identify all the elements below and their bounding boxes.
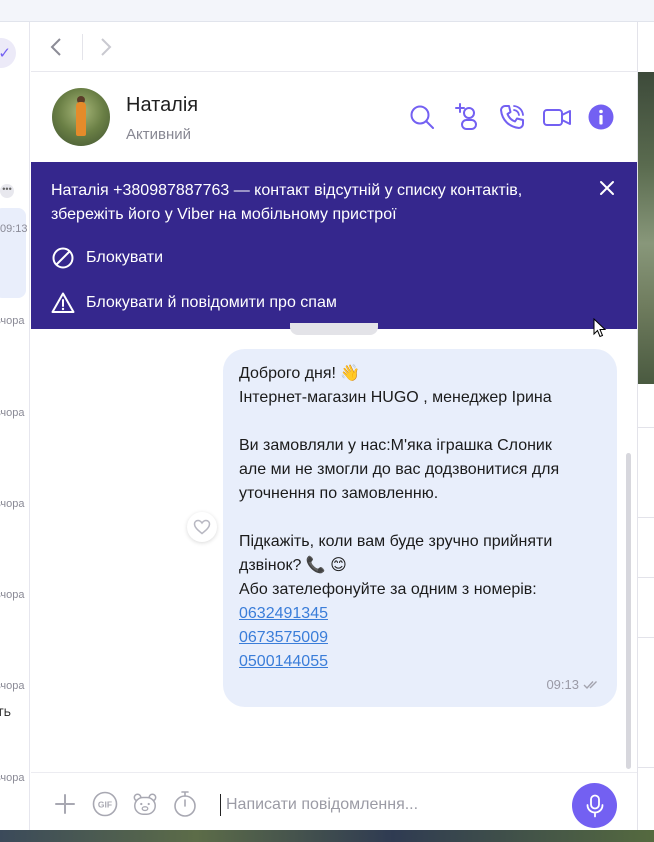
add-contact-button[interactable] [452, 102, 482, 132]
message-line [239, 506, 601, 530]
avatar[interactable] [52, 88, 110, 146]
message-composer: GIF [31, 772, 637, 830]
chat-list-item-time: вчора [0, 315, 25, 327]
info-button[interactable] [586, 102, 616, 132]
message-input[interactable] [226, 790, 556, 820]
svg-text:GIF: GIF [98, 800, 112, 810]
message-bubble[interactable]: Доброго дня! 👋 Інтернет-магазин HUGO , м… [223, 349, 617, 707]
text-cursor [220, 794, 221, 816]
phone-link[interactable]: 0673575009 [239, 626, 601, 650]
banner-message: Наталія +380987887763 — контакт відсутні… [51, 182, 523, 223]
chevron-right-icon [101, 38, 112, 56]
block-label: Блокувати [86, 249, 164, 266]
gif-button[interactable]: GIF [92, 791, 118, 817]
phone-link[interactable]: 0500144055 [239, 650, 601, 674]
message-line: але ми не змогли до вас додзвонитися для [239, 461, 560, 478]
divider [638, 517, 654, 518]
chevron-left-icon [50, 38, 61, 56]
date-separator [290, 323, 378, 335]
chat-list-item-time: вчора [0, 589, 25, 601]
audio-call-icon [500, 105, 524, 129]
bear-sticker-icon [133, 793, 157, 815]
conversation-header: Наталія Активний [31, 72, 637, 162]
add-contact-icon [455, 103, 477, 130]
desktop-background-strip [0, 830, 654, 842]
block-icon [51, 246, 75, 270]
message-line: Інтернет-магазин HUGO , менеджер Ірина [239, 389, 552, 406]
nav-separator [82, 34, 83, 60]
voice-message-button[interactable] [572, 783, 617, 828]
banner-close-button[interactable] [597, 178, 617, 198]
chat-list-sidebar: ✓ ••• 09:13 вчора вчора вчора вчора вчор… [0, 22, 30, 830]
block-report-label: Блокувати й повідомити про спам [86, 294, 337, 311]
chat-list-item-time: вчора [0, 680, 25, 692]
warning-icon [51, 291, 75, 315]
message-line: Підкажіть, коли вам буде зручно прийняти [239, 533, 553, 550]
unknown-contact-banner: Наталія +380987887763 — контакт відсутні… [31, 162, 637, 329]
contact-name[interactable]: Наталія [126, 94, 198, 117]
divider [638, 767, 654, 768]
message-line [239, 410, 601, 434]
message-line: Доброго дня! 👋 [239, 365, 361, 382]
attach-button[interactable] [52, 791, 78, 817]
audio-call-button[interactable] [497, 102, 527, 132]
window-top-band [0, 0, 654, 22]
search-icon [410, 105, 434, 129]
chat-list-item-time: вчора [0, 407, 25, 419]
divider [638, 427, 654, 428]
message-line: Або зателефонуйте за одним з номерів: [239, 581, 537, 598]
message-list-scrollbar[interactable] [626, 453, 631, 769]
message-line: уточнення по замовленню. [239, 485, 439, 502]
compose-icon[interactable]: ✓ [0, 38, 16, 68]
chat-list-item-time: вчора [0, 772, 25, 784]
right-panel-edge [637, 22, 654, 830]
message-line: дзвінок? 📞 😊 [239, 557, 347, 574]
like-button[interactable] [187, 512, 217, 542]
forward-button[interactable] [95, 36, 117, 58]
chat-list-item-time: 09:13 [0, 223, 28, 235]
sticker-button[interactable] [132, 791, 158, 817]
message-list[interactable]: Доброго дня! 👋 Інтернет-магазин HUGO , м… [31, 323, 637, 772]
divider [638, 577, 654, 578]
more-dots-icon[interactable]: ••• [0, 184, 14, 198]
video-call-button[interactable] [542, 102, 572, 132]
double-check-icon [583, 681, 597, 690]
navigation-bar [31, 22, 637, 72]
message-meta: 09:13 [546, 673, 601, 697]
plus-icon [55, 794, 75, 814]
close-icon [600, 181, 614, 195]
heart-icon [193, 519, 211, 535]
mouse-cursor-icon [593, 318, 607, 338]
contact-status: Активний [126, 126, 191, 143]
block-button[interactable]: Блокувати [51, 245, 163, 271]
search-button[interactable] [407, 102, 437, 132]
stopwatch-icon [174, 791, 196, 817]
video-call-icon [543, 109, 571, 126]
microphone-icon [586, 794, 603, 817]
divider [638, 637, 654, 638]
avatar-photo-figure [76, 102, 86, 136]
phone-link[interactable]: 0632491345 [239, 602, 601, 626]
message-line: Ви замовляли у нас:М'яка іграшка Слоник [239, 437, 552, 454]
chat-list-item-time: вчора [0, 498, 25, 510]
message-time: 09:13 [546, 677, 579, 692]
back-button[interactable] [45, 36, 67, 58]
gif-icon: GIF [92, 791, 118, 817]
chat-list-item-snippet: ТЬ [0, 707, 11, 719]
chat-list-item-selected[interactable] [0, 208, 26, 298]
info-icon [588, 104, 614, 130]
background-photo [638, 72, 654, 384]
timer-button[interactable] [172, 791, 198, 817]
block-and-report-spam-button[interactable]: Блокувати й повідомити про спам [51, 290, 337, 316]
